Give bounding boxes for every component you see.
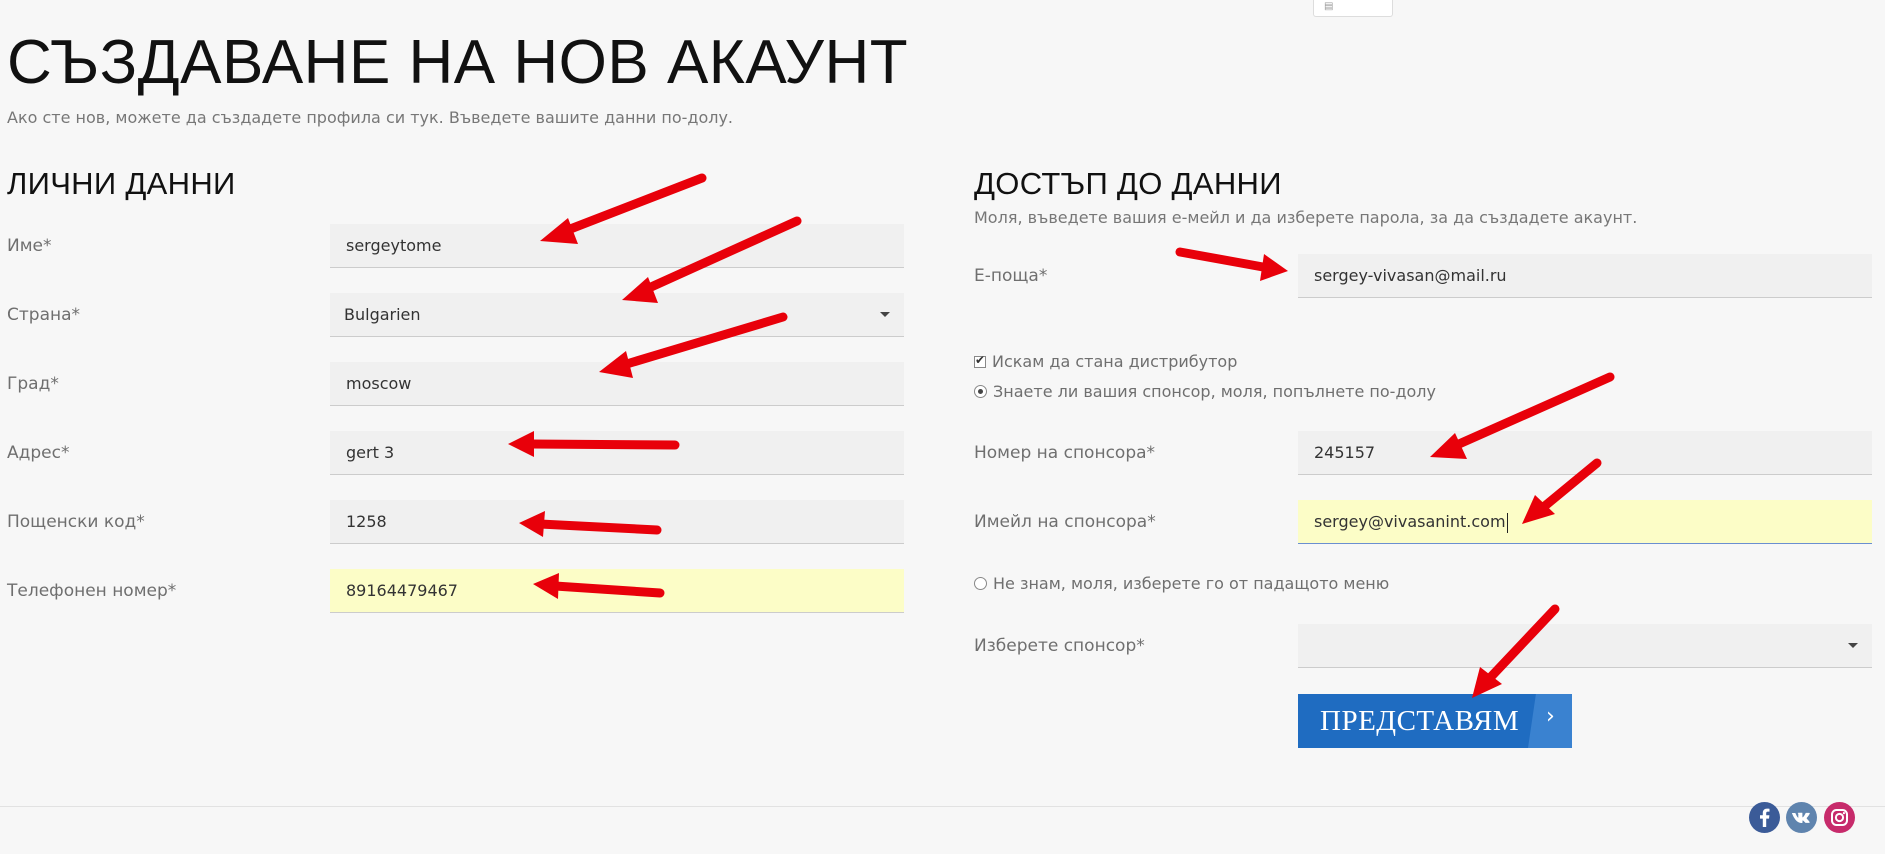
distributor-checkbox[interactable]: ✔ <box>974 353 986 368</box>
check-icon: ✔ <box>975 353 986 367</box>
sponsor-number-input[interactable]: 245157 <box>1298 431 1872 475</box>
phone-label: Телефонен номер* <box>7 581 177 601</box>
vk-icon[interactable] <box>1786 802 1817 833</box>
footer-divider <box>0 806 1885 807</box>
choose-sponsor-label: Изберете спонсор* <box>974 636 1145 656</box>
country-label: Страна* <box>7 305 81 325</box>
widget-icon: ▤ <box>1324 1 1334 12</box>
facebook-icon[interactable] <box>1749 802 1780 833</box>
sponsor-number-label: Номер на спонсора* <box>974 443 1156 463</box>
postal-code-input[interactable]: 1258 <box>330 500 904 544</box>
distributor-label: Искам да стана дистрибутор <box>992 352 1238 371</box>
postal-code-label: Пощенски код* <box>7 512 145 532</box>
distributor-checkbox-row[interactable]: ✔ Искам да стана дистрибутор <box>974 352 1237 371</box>
submit-button[interactable]: ПРЕДСТАВЯМ › <box>1298 694 1572 748</box>
chevron-down-icon <box>880 312 890 317</box>
chevron-right-icon: › <box>1546 704 1556 729</box>
chevron-down-icon <box>1848 643 1858 648</box>
dont-know-radio[interactable] <box>974 577 987 590</box>
first-name-label: Име* <box>7 236 52 256</box>
access-section-title: ДОСТЪП ДО ДАННИ <box>974 166 1282 201</box>
access-section-subtitle: Моля, въведете вашия е-мейл и да изберет… <box>974 208 1638 227</box>
annotation-arrow <box>1175 247 1288 281</box>
sponsor-email-input[interactable]: sergey@vivasanint.com <box>1298 500 1872 544</box>
dont-know-label: Не знам, моля, изберете го от падащото м… <box>993 574 1390 593</box>
first-name-input[interactable]: sergeytome <box>330 224 904 268</box>
submit-label: ПРЕДСТАВЯМ <box>1320 705 1520 737</box>
phone-input[interactable]: 89164479467 <box>330 569 904 613</box>
address-label: Адрес* <box>7 443 70 463</box>
dont-know-radio-row[interactable]: Не знам, моля, изберете го от падащото м… <box>974 574 1389 593</box>
personal-section-title: ЛИЧНИ ДАННИ <box>7 166 236 201</box>
address-input[interactable]: gert 3 <box>330 431 904 475</box>
city-input[interactable]: moscow <box>330 362 904 406</box>
text-caret <box>1506 512 1508 533</box>
page-intro: Ако сте нов, можете да създадете профила… <box>7 108 734 127</box>
floating-toolbar-widget[interactable]: ▤ <box>1313 0 1393 17</box>
instagram-icon[interactable] <box>1824 802 1855 833</box>
know-sponsor-label: Знаете ли вашия спонсор, моля, попълнете… <box>993 382 1436 401</box>
annotation-arrows <box>508 173 1615 698</box>
choose-sponsor-select[interactable] <box>1298 624 1872 668</box>
submit-chevron: › <box>1528 694 1572 748</box>
know-sponsor-radio[interactable] <box>974 385 987 398</box>
email-input[interactable]: sergey-vivasan@mail.ru <box>1298 254 1872 298</box>
know-sponsor-radio-row[interactable]: Знаете ли вашия спонсор, моля, попълнете… <box>974 382 1436 401</box>
page-title: СЪЗДАВАНЕ НА НОВ АКАУНТ <box>7 28 909 97</box>
email-label: Е-поща* <box>974 266 1048 286</box>
city-label: Град* <box>7 374 59 394</box>
country-select[interactable]: Bulgarien <box>330 293 904 337</box>
sponsor-email-label: Имейл на спонсора* <box>974 512 1156 532</box>
